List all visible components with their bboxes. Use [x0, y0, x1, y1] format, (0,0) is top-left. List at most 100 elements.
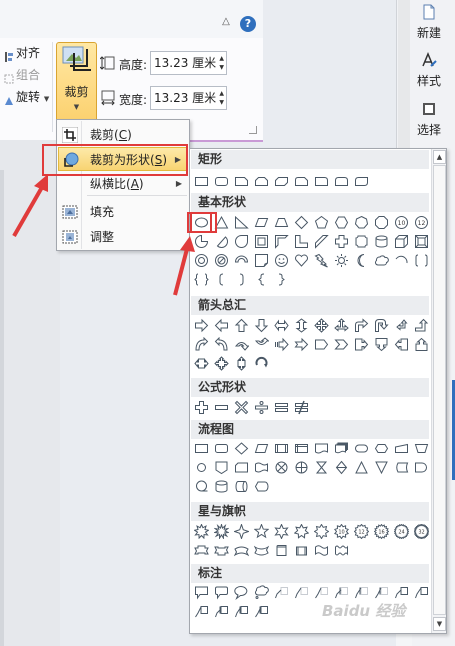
- shape-fProcess[interactable]: [191, 439, 211, 458]
- shape-ribbonUp[interactable]: [191, 541, 211, 560]
- shape-cRect[interactable]: [191, 583, 211, 602]
- shape-arCallLR[interactable]: [191, 354, 211, 373]
- shape-snip1[interactable]: [231, 172, 251, 191]
- shape-fDirect[interactable]: [231, 477, 251, 496]
- shape-cross[interactable]: [331, 232, 351, 251]
- shape-trap[interactable]: [271, 213, 291, 232]
- shape-arNotchedR[interactable]: [291, 335, 311, 354]
- shape-star5[interactable]: [251, 522, 271, 541]
- shape-star8[interactable]: [311, 522, 331, 541]
- shape-star16[interactable]: 16: [371, 522, 391, 541]
- shape-tear[interactable]: [231, 232, 251, 251]
- shape-scrollH[interactable]: [291, 541, 311, 560]
- shape-fAlt[interactable]: [211, 439, 231, 458]
- shape-fMultiDoc[interactable]: [331, 439, 351, 458]
- shape-cube[interactable]: [391, 232, 411, 251]
- shape-chord[interactable]: [211, 232, 231, 251]
- shape-fConnector[interactable]: [191, 458, 211, 477]
- shape-lbrace[interactable]: [251, 270, 271, 289]
- shape-arCircular[interactable]: [251, 354, 271, 373]
- shape-arD[interactable]: [251, 316, 271, 335]
- shape-star10[interactable]: 10: [331, 522, 351, 541]
- shape-arLU[interactable]: [391, 316, 411, 335]
- shape-star24[interactable]: 24: [391, 522, 411, 541]
- shape-arPent[interactable]: [311, 335, 331, 354]
- shape-lbracket[interactable]: [211, 270, 231, 289]
- width-spinner[interactable]: ▲ ▼: [219, 89, 224, 107]
- shape-scrollV[interactable]: [271, 541, 291, 560]
- shape-star32[interactable]: 32: [411, 522, 431, 541]
- shape-cBoth3[interactable]: [251, 602, 271, 621]
- shape-round1[interactable]: [311, 172, 331, 191]
- shape-fPredef[interactable]: [271, 439, 291, 458]
- shape-donut[interactable]: [191, 251, 211, 270]
- shape-arc[interactable]: [391, 251, 411, 270]
- shape-explosion2[interactable]: [211, 522, 231, 541]
- shape-snip2d[interactable]: [271, 172, 291, 191]
- shape-folded[interactable]: [251, 251, 271, 270]
- shape-arCR[interactable]: [191, 335, 211, 354]
- shape-heart[interactable]: [291, 251, 311, 270]
- shape-arChevron[interactable]: [331, 335, 351, 354]
- shape-snipround[interactable]: [291, 172, 311, 191]
- shape-pent[interactable]: [311, 213, 331, 232]
- shape-fOffpage[interactable]: [211, 458, 231, 477]
- shape-cBoth2[interactable]: [231, 602, 251, 621]
- shape-arLRU[interactable]: [331, 316, 351, 335]
- shape-div[interactable]: [251, 398, 271, 417]
- shape-rtri[interactable]: [231, 213, 251, 232]
- shape-cOval[interactable]: [231, 583, 251, 602]
- shape-fSort[interactable]: [331, 458, 351, 477]
- shape-arCallR[interactable]: [351, 335, 371, 354]
- tool-select[interactable]: 选择: [409, 101, 449, 138]
- shape-arCallUD[interactable]: [231, 354, 251, 373]
- shape-fManualIn[interactable]: [391, 439, 411, 458]
- shape-fMerge[interactable]: [371, 458, 391, 477]
- shape-cBorder3[interactable]: [191, 602, 211, 621]
- shape-sun[interactable]: [331, 251, 351, 270]
- shape-pie[interactable]: [191, 232, 211, 251]
- shape-frame[interactable]: [251, 232, 271, 251]
- height-spinner[interactable]: ▲ ▼: [219, 54, 224, 72]
- shape-star12[interactable]: 12: [351, 522, 371, 541]
- crop-button[interactable]: 裁剪 ▼: [56, 42, 97, 122]
- shape-plaque[interactable]: [351, 232, 371, 251]
- height-field[interactable]: 13.23 厘米 ▲ ▼: [150, 51, 227, 75]
- group-button[interactable]: 组合: [0, 64, 40, 86]
- shape-hex[interactable]: [331, 213, 351, 232]
- shape-oct[interactable]: [371, 213, 391, 232]
- shape-blockarc[interactable]: [231, 251, 251, 270]
- shape-fInternal[interactable]: [291, 439, 311, 458]
- shape-rrect[interactable]: [211, 172, 231, 191]
- shape-rect[interactable]: [191, 172, 211, 191]
- shape-arCallU[interactable]: [411, 335, 431, 354]
- shape-star7[interactable]: [291, 522, 311, 541]
- shape-cBoth1[interactable]: [211, 602, 231, 621]
- shape-fMagDisk[interactable]: [211, 477, 231, 496]
- shape-arBentU[interactable]: [411, 316, 431, 335]
- shape-star6[interactable]: [271, 522, 291, 541]
- tool-style[interactable]: 样式: [409, 52, 449, 89]
- shape-fManualOp[interactable]: [411, 439, 431, 458]
- shape-cCloud[interactable]: [251, 583, 271, 602]
- shape-arLR[interactable]: [271, 316, 291, 335]
- shape-arL[interactable]: [211, 316, 231, 335]
- shape-ribbonCurvedUp[interactable]: [231, 541, 251, 560]
- gallery-scroll-thumb[interactable]: [433, 165, 446, 615]
- shape-cRRect[interactable]: [211, 583, 231, 602]
- shape-moon[interactable]: [351, 251, 371, 270]
- shape-dblbracket[interactable]: [411, 251, 431, 270]
- shape-diamond[interactable]: [291, 213, 311, 232]
- shape-lshape[interactable]: [291, 232, 311, 251]
- shape-arCL[interactable]: [211, 335, 231, 354]
- shape-arUD[interactable]: [291, 316, 311, 335]
- size-dialog-launcher-icon[interactable]: [249, 126, 257, 134]
- shape-dodec[interactable]: 12: [411, 213, 431, 232]
- shape-fDecision[interactable]: [231, 439, 251, 458]
- shape-fTerm[interactable]: [351, 439, 371, 458]
- shape-nosym[interactable]: [211, 251, 231, 270]
- shape-fCard[interactable]: [231, 458, 251, 477]
- shape-can[interactable]: [371, 232, 391, 251]
- shape-dec[interactable]: 10: [391, 213, 411, 232]
- scroll-up-icon[interactable]: ▲: [433, 150, 446, 164]
